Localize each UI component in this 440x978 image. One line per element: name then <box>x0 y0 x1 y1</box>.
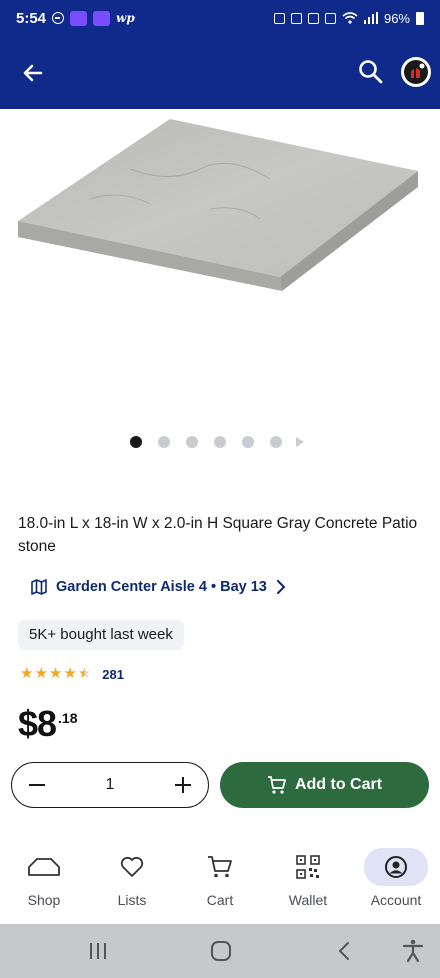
rating-stars: ★ ★ ★ ★ ★ <box>20 666 91 682</box>
product-image-gallery[interactable] <box>0 109 440 429</box>
star-icon: ★ <box>63 665 77 682</box>
search-button[interactable] <box>355 56 387 88</box>
nav-label: Account <box>370 892 422 908</box>
gallery-dot[interactable] <box>242 436 254 448</box>
nav-lists[interactable]: Lists <box>88 838 176 924</box>
gallery-dot[interactable] <box>270 436 282 448</box>
product-price: $8 .18 <box>18 702 78 746</box>
map-icon <box>31 579 47 595</box>
gallery-dot[interactable] <box>158 436 170 448</box>
nav-label: Wallet <box>288 892 328 908</box>
app-notification-icon <box>93 10 111 26</box>
add-to-cart-button[interactable]: Add to Cart <box>220 762 429 808</box>
back-button[interactable] <box>18 58 48 88</box>
accessibility-icon[interactable] <box>402 939 424 963</box>
gallery-dot[interactable] <box>130 436 142 448</box>
app-header <box>0 36 440 109</box>
wp-notification-icon: wp <box>116 11 135 25</box>
star-icon: ★ <box>20 665 34 682</box>
lock-icon <box>273 12 285 24</box>
nav-label: Lists <box>117 892 147 908</box>
product-rating[interactable]: ★ ★ ★ ★ ★ 281 <box>20 666 124 682</box>
gallery-next-icon[interactable] <box>296 437 304 447</box>
heart-icon <box>120 856 144 877</box>
quantity-value[interactable]: 1 <box>106 776 115 794</box>
nav-label: Cart <box>206 892 234 908</box>
gallery-dot[interactable] <box>186 436 198 448</box>
battery-icon <box>416 11 424 25</box>
nav-account[interactable]: Account <box>352 838 440 924</box>
minus-icon <box>29 784 45 786</box>
arrow-left-icon <box>23 64 43 82</box>
price-dollars: $8 <box>18 703 57 744</box>
bottom-navigation: Shop Lists Cart Wallet Account <box>0 838 440 924</box>
qr-code-icon <box>296 855 320 879</box>
profile-avatar-button[interactable] <box>401 57 431 87</box>
review-count[interactable]: 281 <box>102 667 124 682</box>
search-icon <box>359 60 383 84</box>
increase-quantity-button[interactable] <box>172 774 194 796</box>
cart-icon <box>208 856 232 878</box>
gallery-pagination <box>130 436 304 448</box>
alarm-icon <box>307 12 319 24</box>
star-icon: ★ <box>48 665 63 682</box>
bought-last-week-badge: 5K+ bought last week <box>18 620 184 650</box>
status-bar: 5:54 wp 96% <box>0 0 440 36</box>
store-location-link[interactable]: Garden Center Aisle 4 • Bay 13 <box>30 578 287 596</box>
battery-percentage: 96% <box>383 10 410 26</box>
product-title: 18.0-in L x 18-in W x 2.0-in H Square Gr… <box>18 515 418 555</box>
shop-icon <box>28 858 60 876</box>
do-not-disturb-icon <box>52 12 65 24</box>
add-to-cart-label: Add to Cart <box>294 776 383 793</box>
nav-shop[interactable]: Shop <box>0 838 88 924</box>
product-image <box>18 119 418 291</box>
quantity-stepper: 1 <box>11 762 209 808</box>
decrease-quantity-button[interactable] <box>26 774 48 796</box>
nav-label: Shop <box>27 892 61 908</box>
signal-icon <box>363 12 378 24</box>
nfc-icon <box>290 12 302 24</box>
mute-icon <box>324 12 336 24</box>
wifi-icon <box>342 12 358 24</box>
half-star-icon: ★ <box>77 665 92 682</box>
plus-icon-vertical <box>182 777 184 793</box>
cart-icon <box>267 776 286 794</box>
home-icon[interactable] <box>210 940 232 962</box>
gallery-dot[interactable] <box>214 436 226 448</box>
price-cents: .18 <box>58 710 78 726</box>
recent-apps-icon[interactable] <box>88 942 108 960</box>
system-navigation-bar <box>0 924 440 978</box>
account-icon <box>385 856 407 878</box>
status-time: 5:54 <box>16 9 47 27</box>
back-nav-icon[interactable] <box>336 941 352 961</box>
nav-cart[interactable]: Cart <box>176 838 264 924</box>
nav-wallet[interactable]: Wallet <box>264 838 352 924</box>
avatar-icon <box>402 58 430 86</box>
location-label: Garden Center Aisle 4 • Bay 13 <box>56 579 267 595</box>
chevron-right-icon <box>276 580 285 594</box>
app-notification-icon <box>70 10 88 26</box>
star-icon: ★ <box>34 665 48 682</box>
